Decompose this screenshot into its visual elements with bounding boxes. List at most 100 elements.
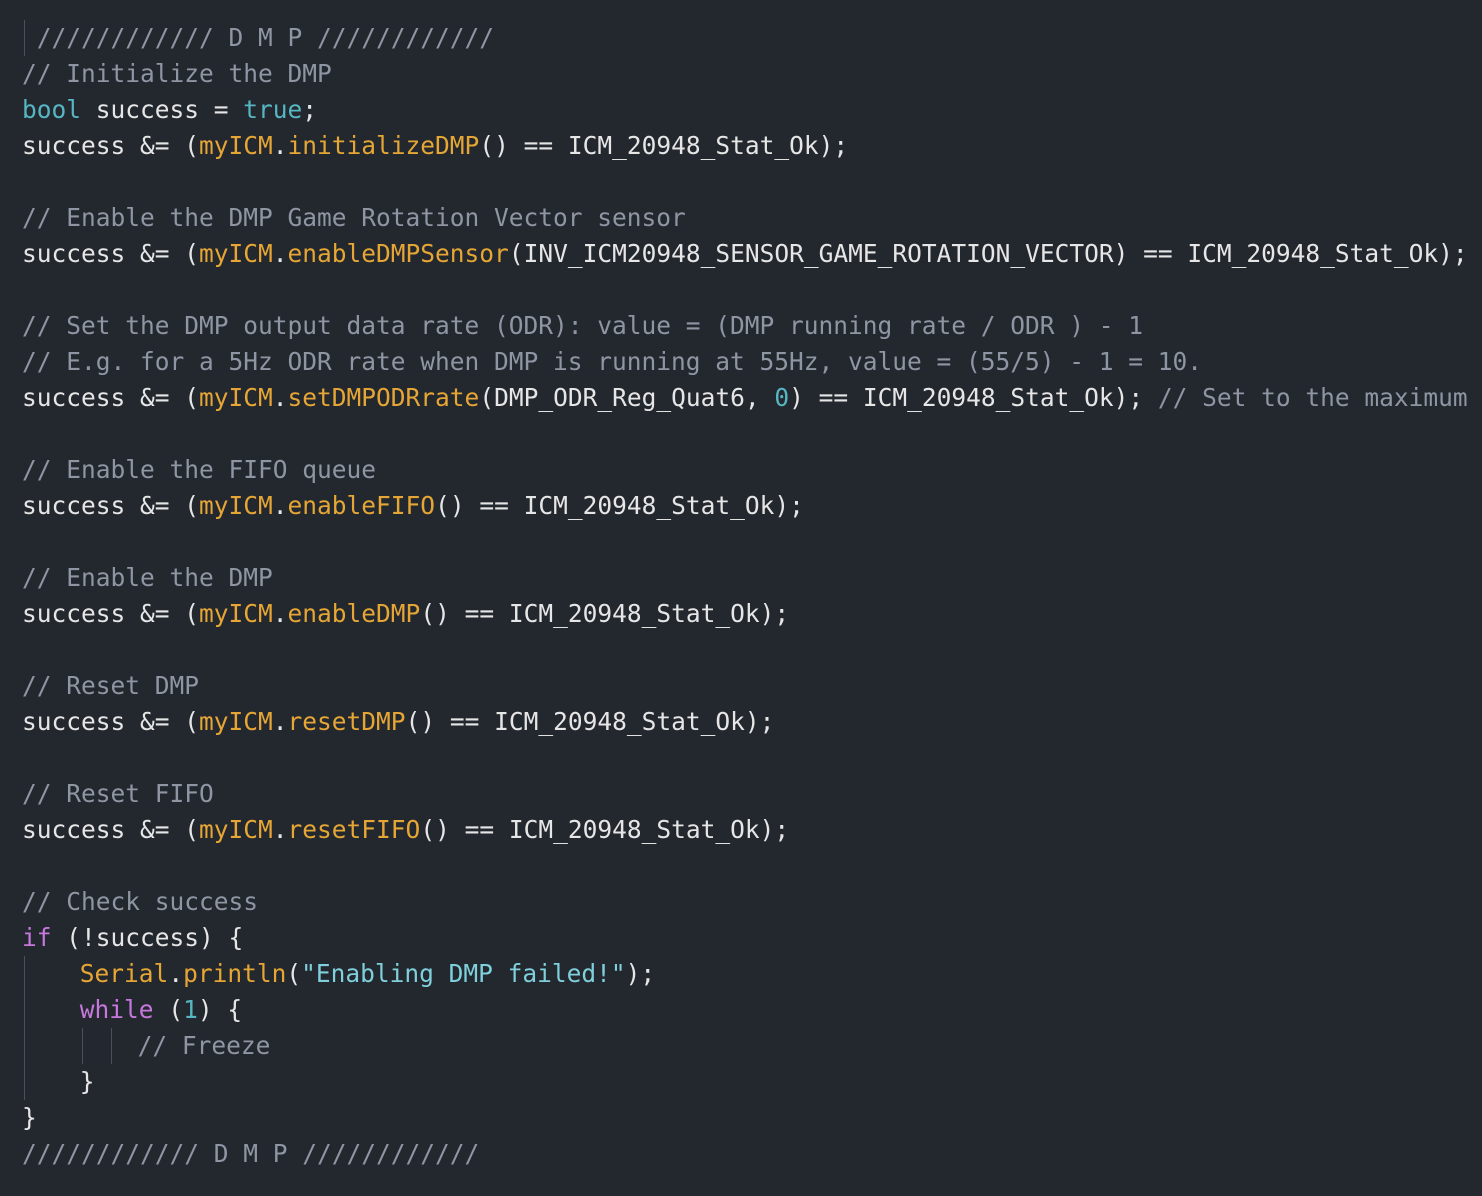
code-line-content: //////////// D M P //////////// bbox=[22, 23, 494, 52]
code-line-content: // Set the DMP output data rate (ODR): v… bbox=[22, 311, 1143, 340]
code-line: // Check success bbox=[0, 884, 1482, 920]
code-token: ( bbox=[286, 959, 302, 988]
code-token: myICM bbox=[199, 131, 273, 160]
code-token: // Enable the DMP Game Rotation Vector s… bbox=[22, 203, 686, 232]
code-line-content: // Enable the DMP Game Rotation Vector s… bbox=[22, 203, 686, 232]
code-line: // Set the DMP output data rate (ODR): v… bbox=[0, 308, 1482, 344]
code-line-content: // Reset FIFO bbox=[22, 779, 214, 808]
code-line-content: // Enable the DMP bbox=[22, 563, 273, 592]
code-line: // Initialize the DMP bbox=[0, 56, 1482, 92]
code-token: () == ICM_20948_Stat_Ok); bbox=[420, 815, 790, 844]
code-line-content: } bbox=[22, 1103, 37, 1132]
code-line: success &= (myICM.enableDMPSensor(INV_IC… bbox=[0, 236, 1482, 272]
code-token: "Enabling DMP failed!" bbox=[301, 959, 626, 988]
code-token: . bbox=[272, 707, 288, 736]
code-line-content: Serial.println("Enabling DMP failed!"); bbox=[22, 959, 655, 988]
code-line: // Enable the DMP Game Rotation Vector s… bbox=[0, 200, 1482, 236]
code-line-content: while (1) { bbox=[22, 995, 242, 1024]
code-line: } bbox=[0, 1100, 1482, 1136]
code-token: () == ICM_20948_Stat_Ok); bbox=[420, 599, 790, 628]
code-line: success &= (myICM.initializeDMP() == ICM… bbox=[0, 128, 1482, 164]
code-line: // Freeze bbox=[0, 1028, 1482, 1064]
code-token: // Enable the DMP bbox=[22, 563, 273, 592]
code-line: // E.g. for a 5Hz ODR rate when DMP is r… bbox=[0, 344, 1482, 380]
code-token: enableFIFO bbox=[287, 491, 436, 520]
code-line-content: success &= (myICM.enableDMPSensor(INV_IC… bbox=[22, 239, 1468, 268]
code-token: success &= ( bbox=[22, 815, 200, 844]
code-token: ) { bbox=[197, 995, 243, 1024]
indent-guide bbox=[24, 956, 25, 992]
code-line: // Enable the DMP bbox=[0, 560, 1482, 596]
code-token: ) == ICM_20948_Stat_Ok); bbox=[789, 383, 1158, 412]
code-token: if bbox=[22, 923, 52, 952]
indent-guide bbox=[24, 20, 25, 56]
code-line-content: // Freeze bbox=[22, 1031, 271, 1060]
code-token: setDMPODRrate bbox=[287, 383, 480, 412]
code-token: myICM bbox=[199, 239, 273, 268]
code-line-content: // Check success bbox=[22, 887, 258, 916]
code-line-content: success &= (myICM.setDMPODRrate(DMP_ODR_… bbox=[22, 383, 1468, 412]
code-line-content: success &= (myICM.resetFIFO() == ICM_209… bbox=[22, 815, 789, 844]
code-token: (!success) { bbox=[51, 923, 244, 952]
code-line-content: if (!success) { bbox=[22, 923, 243, 952]
code-token: // Enable the FIFO queue bbox=[22, 455, 377, 484]
code-token: myICM bbox=[199, 599, 273, 628]
code-token: myICM bbox=[199, 491, 273, 520]
code-token: success = bbox=[81, 95, 244, 124]
code-token: } bbox=[22, 1103, 37, 1132]
code-token: myICM bbox=[199, 815, 273, 844]
code-token: enableDMP bbox=[287, 599, 421, 628]
code-token: Serial bbox=[79, 959, 169, 988]
code-line: bool success = true; bbox=[0, 92, 1482, 128]
code-token: success &= ( bbox=[22, 491, 200, 520]
code-token: () == ICM_20948_Stat_Ok); bbox=[405, 707, 775, 736]
code-token: (INV_ICM20948_SENSOR_GAME_ROTATION_VECTO… bbox=[508, 239, 1468, 268]
code-token: enableDMPSensor bbox=[287, 239, 509, 268]
code-token: // E.g. for a 5Hz ODR rate when DMP is r… bbox=[22, 347, 1203, 376]
code-line: if (!success) { bbox=[0, 920, 1482, 956]
code-line: // Enable the FIFO queue bbox=[0, 452, 1482, 488]
code-token: success &= ( bbox=[22, 383, 200, 412]
code-token: // Reset DMP bbox=[22, 671, 200, 700]
code-token: bool bbox=[22, 95, 82, 124]
code-line: // Reset FIFO bbox=[0, 776, 1482, 812]
code-line-content: // Initialize the DMP bbox=[22, 59, 332, 88]
code-line: while (1) { bbox=[0, 992, 1482, 1028]
code-token: 1 bbox=[183, 995, 198, 1024]
code-line: Serial.println("Enabling DMP failed!"); bbox=[0, 956, 1482, 992]
indent-guide bbox=[110, 1028, 112, 1064]
code-line-content: success &= (myICM.initializeDMP() == ICM… bbox=[22, 131, 848, 160]
code-line-content: bool success = true; bbox=[22, 95, 317, 124]
indent-guide bbox=[24, 992, 25, 1028]
code-token: . bbox=[168, 959, 184, 988]
code-token: println bbox=[183, 959, 287, 988]
code-token: . bbox=[272, 131, 288, 160]
code-token: . bbox=[272, 383, 288, 412]
code-token: // Set to the maximum bbox=[1157, 383, 1468, 412]
code-line: success &= (myICM.enableFIFO() == ICM_20… bbox=[0, 488, 1482, 524]
code-line: //////////// D M P //////////// bbox=[0, 20, 1482, 56]
code-token: initializeDMP bbox=[287, 131, 480, 160]
code-line-content: success &= (myICM.resetDMP() == ICM_2094… bbox=[22, 707, 774, 736]
code-token: () == ICM_20948_Stat_Ok); bbox=[479, 131, 849, 160]
code-token: 0 bbox=[774, 383, 790, 412]
code-token: // Reset FIFO bbox=[22, 779, 214, 808]
code-token: success &= ( bbox=[22, 707, 200, 736]
code-token: . bbox=[272, 815, 288, 844]
code-line-content: //////////// D M P //////////// bbox=[22, 1139, 479, 1168]
code-line-content: success &= (myICM.enableFIFO() == ICM_20… bbox=[22, 491, 804, 520]
code-line-content: // Enable the FIFO queue bbox=[22, 455, 376, 484]
code-token: resetDMP bbox=[287, 707, 406, 736]
code-editor[interactable]: //////////// D M P //////////// // Initia… bbox=[0, 0, 1482, 1196]
code-token: } bbox=[79, 1067, 95, 1096]
indent-guide bbox=[24, 1064, 25, 1100]
code-token: success &= ( bbox=[22, 599, 200, 628]
code-token: . bbox=[272, 599, 288, 628]
code-token: resetFIFO bbox=[287, 815, 421, 844]
